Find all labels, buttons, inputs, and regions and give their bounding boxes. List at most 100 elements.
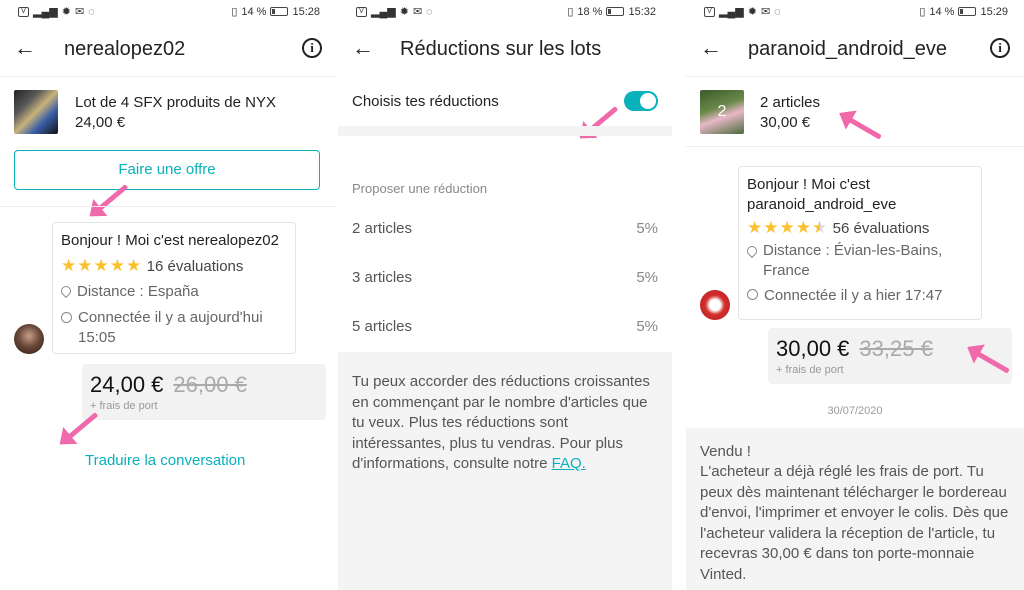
shipping-note: + frais de port <box>776 364 844 376</box>
signal-icon: ▂▄▆ <box>33 6 58 18</box>
item-price: 24,00 € <box>75 114 126 131</box>
conversation-panel-paranoid-android-eve: V ▂▄▆ ✹ ✉ ◌ ▯ 14 % 15:29 ← paranoid_android_ev… <box>686 0 1024 590</box>
vibrate-icon: ▯ <box>567 6 574 18</box>
avatar[interactable] <box>14 324 44 354</box>
back-arrow-icon[interactable]: ← <box>700 37 722 59</box>
brightness-icon: ✹ <box>747 6 757 18</box>
battery-icon <box>958 7 977 16</box>
current-price: 24,00 € <box>90 372 164 397</box>
divider <box>686 146 1024 147</box>
mail-icon: ✉ <box>412 6 423 18</box>
brightness-icon: ✹ <box>399 6 409 18</box>
last-seen-text: Connectée il y a hier 17:47 <box>764 287 943 304</box>
make-offer-button[interactable]: Faire une offre <box>14 150 320 190</box>
divider <box>686 76 1024 77</box>
signal-icon: ▂▄▆ <box>371 6 396 18</box>
divider <box>0 76 336 77</box>
divider <box>0 206 336 207</box>
clock-icon <box>61 312 72 323</box>
bundle-discounts-panel: V ▂▄▆ ✹ ✉ ◌ ▯ 18 % 15:32 ← Réductions sur les … <box>338 0 672 590</box>
app-bar: ← paranoid_android_eve i <box>686 26 1024 74</box>
battery-icon <box>270 7 289 16</box>
page-title: paranoid_android_eve <box>748 38 948 60</box>
volte-icon: V <box>356 6 367 17</box>
whatsapp-icon: ◌ <box>426 5 433 18</box>
toggle-knob <box>640 93 656 109</box>
faq-link[interactable]: FAQ. <box>552 455 586 472</box>
back-arrow-icon[interactable]: ← <box>14 37 36 59</box>
sold-notice: Vendu ! L'acheteur a déjà réglé les frai… <box>686 428 1024 590</box>
volte-icon: V <box>18 6 29 17</box>
row-label: 3 articles <box>352 269 413 286</box>
annotation-arrow <box>833 103 884 142</box>
original-price: 33,25 € <box>859 336 933 361</box>
rating-stars: ★★★★ <box>747 218 812 237</box>
sold-title: Vendu ! <box>700 443 751 460</box>
avatar[interactable] <box>700 290 730 320</box>
section-separator <box>338 126 672 136</box>
item-thumbnail[interactable]: 2 <box>700 90 744 134</box>
thumbnail-count: 2 <box>717 103 727 120</box>
item-price: 30,00 € <box>760 114 811 131</box>
location-pin-icon <box>744 243 760 259</box>
discount-row[interactable]: 2 articles 5% <box>352 220 658 240</box>
conversation-panel-nerealopez02: V ▂▄▆ ✹ ✉ ◌ ▯ 14 % 15:28 ← nerealopez02 i Lot … <box>0 0 336 590</box>
seller-intro-bubble: Bonjour ! Moi c'est nerealopez02 ★★★★★ 1… <box>52 222 296 354</box>
distance-text: Distance : Évian-les-Bains, France <box>763 242 943 279</box>
item-thumbnail[interactable] <box>14 90 58 134</box>
info-paragraph: Tu peux accorder des réductions croissan… <box>352 372 652 475</box>
mail-icon: ✉ <box>74 6 85 18</box>
current-price: 30,00 € <box>776 336 850 361</box>
rating-stars: ★★★★★ <box>61 256 143 275</box>
sold-text: L'acheteur a déjà réglé les frais de por… <box>700 463 1009 583</box>
original-price: 26,00 € <box>173 372 247 397</box>
signal-icon: ▂▄▆ <box>719 6 744 18</box>
row-percent: 5% <box>636 318 658 335</box>
battery-icon <box>606 7 625 16</box>
status-bar: V ▂▄▆ ✹ ✉ ◌ ▯ 14 % 15:28 <box>0 0 336 24</box>
battery-percent: 14 % <box>241 5 267 18</box>
whatsapp-icon: ◌ <box>88 5 95 18</box>
clock: 15:32 <box>628 5 656 18</box>
row-percent: 5% <box>636 220 658 237</box>
discount-row[interactable]: 5 articles 5% <box>352 318 658 338</box>
back-arrow-icon[interactable]: ← <box>352 37 374 59</box>
info-icon[interactable]: i <box>990 38 1010 58</box>
status-bar: V ▂▄▆ ✹ ✉ ◌ ▯ 14 % 15:29 <box>686 0 1024 24</box>
info-text: Tu peux accorder des réductions croissan… <box>352 373 650 472</box>
page-title: Réductions sur les lots <box>400 38 602 60</box>
row-label: 5 articles <box>352 318 413 335</box>
page-title: nerealopez02 <box>64 38 186 60</box>
discount-toggle[interactable] <box>624 91 658 111</box>
status-bar: V ▂▄▆ ✹ ✉ ◌ ▯ 18 % 15:32 <box>338 0 672 24</box>
annotation-arrow <box>572 104 619 147</box>
review-count: 16 évaluations <box>146 258 244 275</box>
vibrate-icon: ▯ <box>231 6 238 18</box>
translate-conversation-link[interactable]: Traduire la conversation <box>85 452 245 469</box>
volte-icon: V <box>704 6 715 17</box>
distance-text: Distance : España <box>77 283 199 300</box>
message-date: 30/07/2020 <box>827 405 883 417</box>
greeting-text: Bonjour ! Moi c'est paranoid_android_eve <box>747 176 897 213</box>
item-name: Lot de 4 SFX produits de NYX <box>75 94 276 111</box>
clock: 15:28 <box>292 5 320 18</box>
info-icon[interactable]: i <box>302 38 322 58</box>
annotation-arrow <box>52 410 99 453</box>
brightness-icon: ✹ <box>61 6 71 18</box>
row-percent: 5% <box>636 269 658 286</box>
info-section: Tu peux accorder des réductions croissan… <box>338 352 672 590</box>
battery-percent: 14 % <box>929 5 955 18</box>
item-name: 2 articles <box>760 94 821 111</box>
last-seen-text: Connectée il y a aujourd'hui 15:05 <box>78 309 263 346</box>
clock-icon <box>747 289 758 300</box>
battery-percent: 18 % <box>577 5 603 18</box>
discount-toggle-label: Choisis tes réductions <box>352 93 499 110</box>
review-count: 56 évaluations <box>832 220 930 237</box>
seller-intro-bubble: Bonjour ! Moi c'est paranoid_android_eve… <box>738 166 982 320</box>
app-bar: ← Réductions sur les lots <box>338 26 672 74</box>
price-card: 24,00 € 26,00 € + frais de port <box>82 364 326 420</box>
section-label: Proposer une réduction <box>352 181 488 196</box>
half-star-icon: ★ <box>811 218 829 237</box>
discount-row[interactable]: 3 articles 5% <box>352 269 658 289</box>
app-bar: ← nerealopez02 i <box>0 26 336 74</box>
